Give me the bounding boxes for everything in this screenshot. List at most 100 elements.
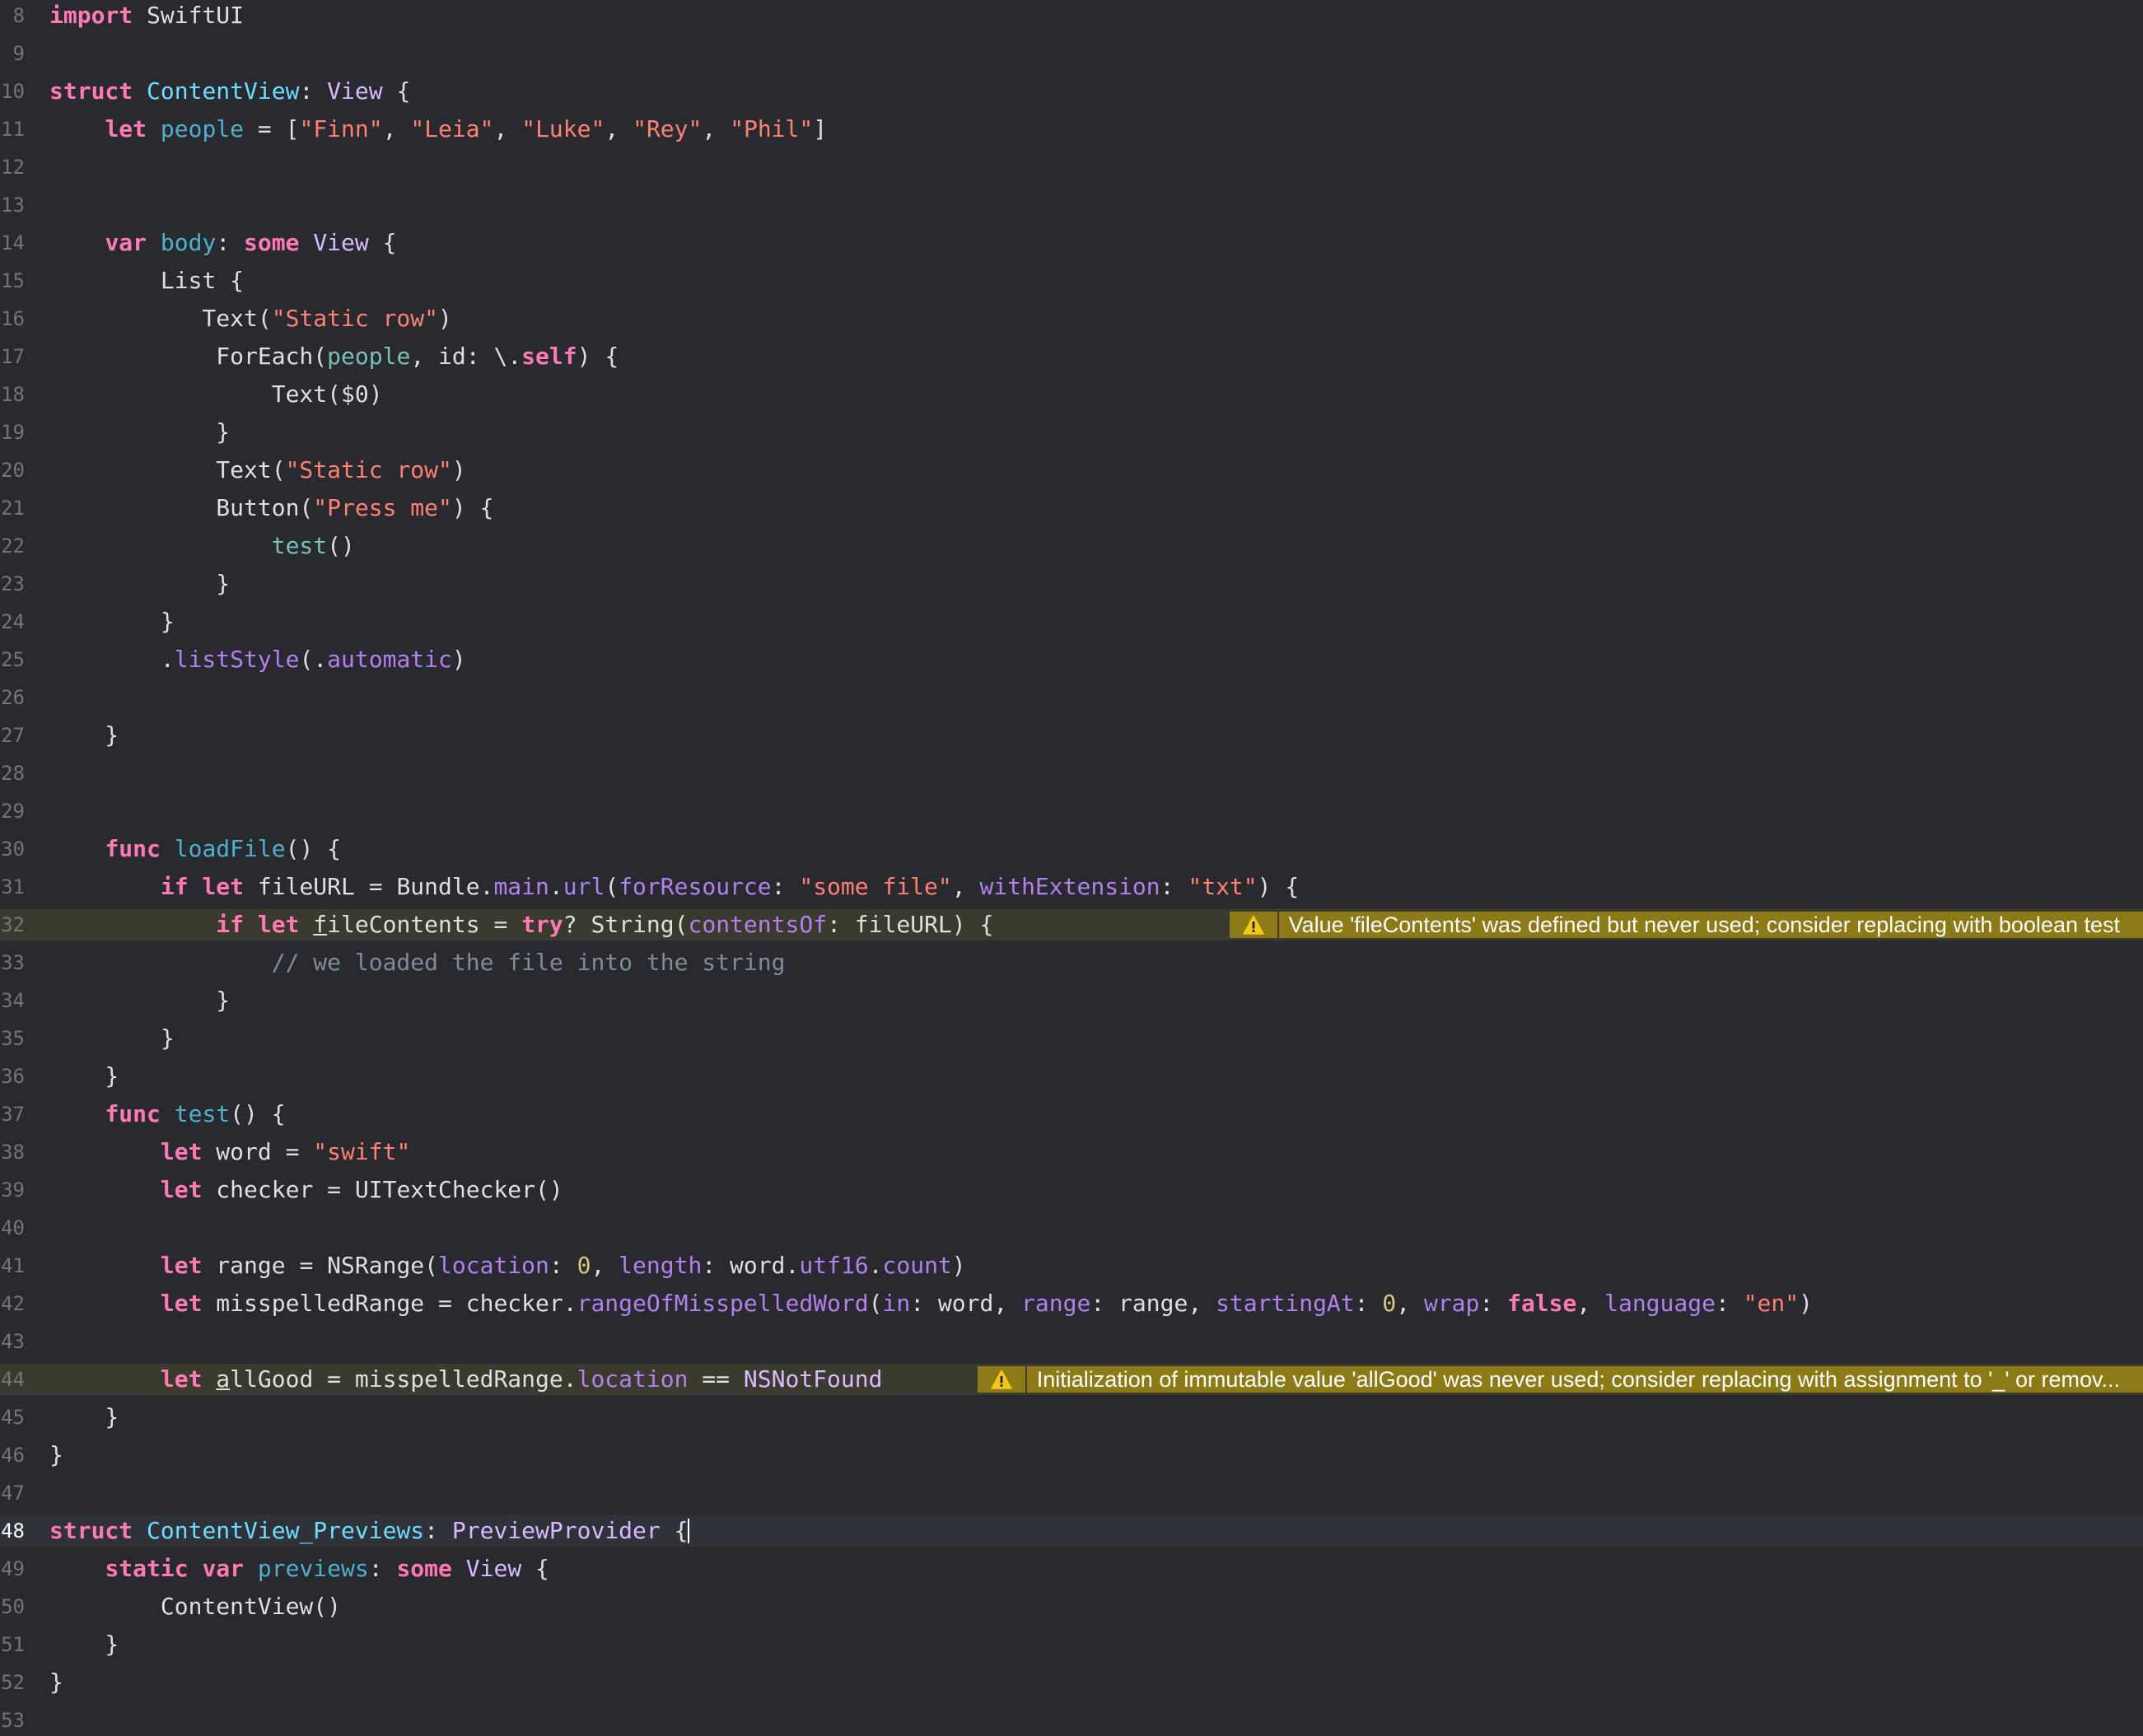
code-token: : word. bbox=[702, 1252, 800, 1279]
code-token: "some file" bbox=[799, 873, 952, 900]
warning-icon[interactable] bbox=[1229, 912, 1277, 938]
code-text: // we loaded the file into the string bbox=[49, 947, 786, 978]
warning-annotation[interactable]: Initialization of immutable value 'allGo… bbox=[977, 1366, 2143, 1393]
code-text: ForEach(people, id: \.self) { bbox=[49, 341, 619, 372]
code-line[interactable]: 53 bbox=[0, 1705, 2143, 1736]
code-line[interactable]: 10 struct ContentView: View { bbox=[0, 76, 2143, 107]
code-token: , bbox=[591, 1252, 619, 1279]
code-token: "Luke" bbox=[521, 115, 605, 142]
code-line[interactable]: 30 func loadFile() { bbox=[0, 833, 2143, 865]
code-token: , bbox=[382, 115, 411, 142]
code-token: = [ bbox=[244, 115, 300, 142]
code-token: import bbox=[49, 2, 133, 29]
code-token: , id: \. bbox=[410, 343, 522, 370]
code-line[interactable]: 26 bbox=[0, 682, 2143, 713]
code-token: : word, bbox=[910, 1290, 1022, 1317]
code-token: contentsOf bbox=[688, 911, 828, 938]
code-token: location bbox=[577, 1365, 689, 1393]
code-token: } bbox=[49, 1668, 63, 1696]
code-line[interactable]: 8 import SwiftUI bbox=[0, 0, 2143, 31]
code-token: Text( bbox=[49, 305, 272, 332]
code-line[interactable]: 29 bbox=[0, 796, 2143, 827]
code-line[interactable]: 16 Text("Static row") bbox=[0, 303, 2143, 334]
code-line[interactable]: 34 } bbox=[0, 985, 2143, 1016]
code-line[interactable]: 41 let range = NSRange(location: 0, leng… bbox=[0, 1250, 2143, 1281]
code-line[interactable]: 20 Text("Static row") bbox=[0, 455, 2143, 486]
code-line[interactable]: 40 bbox=[0, 1212, 2143, 1244]
code-line[interactable]: 18 Text($0) bbox=[0, 379, 2143, 410]
warning-annotation[interactable]: Value 'fileContents' was defined but nev… bbox=[1229, 912, 2143, 938]
code-line[interactable]: 32 if let fileContents = try? String(con… bbox=[0, 909, 2143, 940]
code-token: Text( bbox=[49, 456, 286, 483]
code-token: ) bbox=[451, 646, 466, 673]
code-line[interactable]: 21 Button("Press me") { bbox=[0, 492, 2143, 524]
code-line[interactable]: 35 } bbox=[0, 1023, 2143, 1054]
warning-icon[interactable] bbox=[977, 1366, 1025, 1393]
code-line[interactable]: 14 var body: some View { bbox=[0, 227, 2143, 259]
code-token: : bbox=[1479, 1290, 1508, 1317]
code-line[interactable]: 46} bbox=[0, 1440, 2143, 1471]
code-line[interactable]: 50 ContentView() bbox=[0, 1591, 2143, 1622]
code-line[interactable]: 44 let allGood = misspelledRange.locatio… bbox=[0, 1364, 2143, 1395]
code-line[interactable]: 36 } bbox=[0, 1061, 2143, 1092]
code-token: : bbox=[1160, 873, 1188, 900]
code-line[interactable]: 48 struct ContentView_Previews: PreviewPr… bbox=[0, 1515, 2143, 1547]
code-token: { bbox=[368, 229, 397, 256]
code-line[interactable]: 45 } bbox=[0, 1402, 2143, 1433]
line-number: 27 bbox=[1, 724, 25, 747]
code-line[interactable]: 19 } bbox=[0, 417, 2143, 448]
code-token: func bbox=[105, 835, 161, 862]
line-number: 41 bbox=[1, 1254, 25, 1277]
line-number: 25 bbox=[1, 648, 25, 671]
code-line[interactable]: 24 } bbox=[0, 606, 2143, 637]
code-line[interactable]: 31 if let fileURL = Bundle.main.url(forR… bbox=[0, 871, 2143, 903]
code-line[interactable]: 52} bbox=[0, 1667, 2143, 1698]
line-number: 15 bbox=[1, 269, 25, 292]
code-text: var body: some View { bbox=[49, 227, 396, 259]
code-line[interactable]: 33 // we loaded the file into the string bbox=[0, 947, 2143, 978]
code-line[interactable]: 51 } bbox=[0, 1629, 2143, 1660]
code-line[interactable]: 47 bbox=[0, 1477, 2143, 1509]
code-token: Button( bbox=[49, 494, 314, 521]
code-token: () { bbox=[230, 1100, 286, 1127]
code-line[interactable]: 9 bbox=[0, 38, 2143, 69]
line-number: 32 bbox=[1, 913, 25, 936]
code-line[interactable]: 43 bbox=[0, 1326, 2143, 1357]
code-line[interactable]: 12 bbox=[0, 152, 2143, 183]
code-token: } bbox=[49, 987, 231, 1014]
code-line[interactable]: 27 } bbox=[0, 720, 2143, 751]
code-line[interactable]: 23 } bbox=[0, 568, 2143, 600]
code-token: func bbox=[105, 1100, 161, 1127]
code-line[interactable]: 38 let word = "swift" bbox=[0, 1136, 2143, 1168]
code-line[interactable]: 37 func test() { bbox=[0, 1099, 2143, 1130]
code-line[interactable]: 28 bbox=[0, 758, 2143, 789]
code-line[interactable]: 17 ForEach(people, id: \.self) { bbox=[0, 341, 2143, 372]
code-token: self bbox=[521, 343, 577, 370]
code-line[interactable]: 42 let misspelledRange = checker.rangeOf… bbox=[0, 1288, 2143, 1319]
code-token: count bbox=[882, 1252, 952, 1279]
code-token: withExtension bbox=[979, 873, 1160, 900]
line-number: 17 bbox=[1, 345, 25, 368]
code-text: let allGood = misspelledRange.location =… bbox=[49, 1364, 883, 1395]
code-token: 0 bbox=[1382, 1290, 1397, 1317]
code-token: { bbox=[660, 1517, 689, 1544]
line-number: 26 bbox=[1, 686, 25, 709]
code-line[interactable]: 39 let checker = UITextChecker() bbox=[0, 1174, 2143, 1206]
code-line[interactable]: 15 List { bbox=[0, 265, 2143, 296]
code-token: : bbox=[216, 229, 245, 256]
code-line[interactable]: 49 static var previews: some View { bbox=[0, 1553, 2143, 1584]
code-line[interactable]: 25 .listStyle(.automatic) bbox=[0, 644, 2143, 675]
code-token: misspelledRange = checker. bbox=[202, 1290, 577, 1317]
line-number: 16 bbox=[1, 307, 25, 330]
line-number: 18 bbox=[1, 383, 25, 406]
line-number: 45 bbox=[1, 1406, 25, 1429]
code-line[interactable]: 11 let people = ["Finn", "Leia", "Luke",… bbox=[0, 114, 2143, 145]
code-editor[interactable]: 8 import SwiftUI 9 10 struct ContentView: Vi… bbox=[0, 0, 2143, 1732]
code-text: func test() { bbox=[49, 1099, 286, 1130]
code-line[interactable]: 13 bbox=[0, 189, 2143, 221]
code-token: wrap bbox=[1423, 1290, 1480, 1317]
code-token: : bbox=[1354, 1290, 1383, 1317]
code-line[interactable]: 22 test() bbox=[0, 530, 2143, 562]
line-number: 10 bbox=[1, 80, 25, 103]
